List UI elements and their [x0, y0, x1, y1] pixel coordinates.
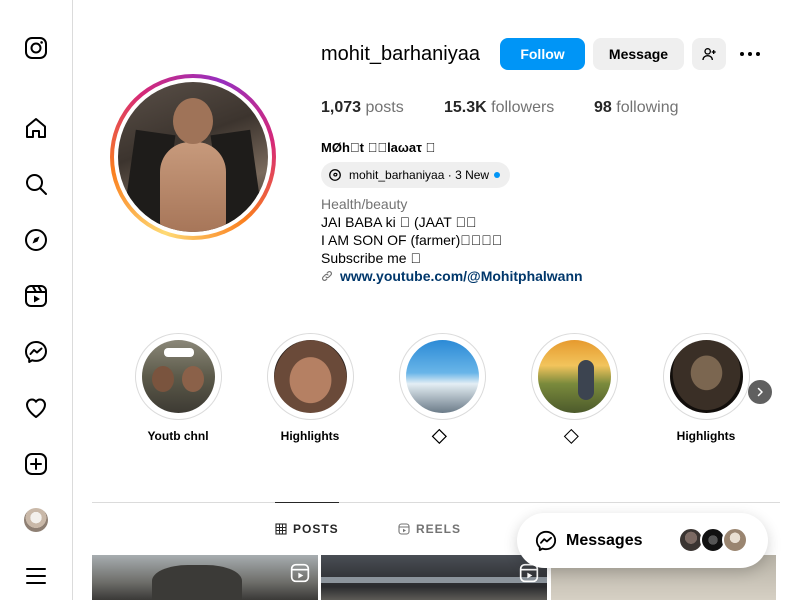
- messages-label: Messages: [566, 531, 643, 549]
- following-label: following: [616, 99, 679, 116]
- bio-line: Subscribe me ⃟: [321, 250, 421, 266]
- grid-icon: [275, 522, 287, 535]
- highlight-cover: [273, 340, 347, 413]
- posts-label: posts: [365, 99, 404, 116]
- chevron-right-icon: [757, 387, 763, 397]
- highlight-item[interactable]: ⃟⃟: [398, 333, 486, 443]
- left-sidebar: [0, 0, 73, 600]
- profile-picture-frame: [114, 78, 272, 236]
- tab-reels-label: REELS: [416, 522, 462, 536]
- message-avatars: [678, 527, 750, 553]
- instagram-logo-icon[interactable]: [24, 36, 48, 60]
- stat-posts: 1,073 posts: [321, 99, 404, 117]
- tab-posts-label: POSTS: [293, 521, 339, 536]
- profile-full-name: MØh⃟t ⃟⃟laωaτ ⃟: [321, 140, 436, 155]
- avatar: [722, 527, 748, 553]
- threads-new: · 3 New: [447, 168, 490, 182]
- follow-button[interactable]: Follow: [500, 38, 585, 70]
- tab-reels[interactable]: REELS: [398, 503, 461, 555]
- stat-following[interactable]: 98 following: [594, 99, 679, 117]
- messenger-icon[interactable]: [24, 340, 48, 364]
- messenger-icon: [535, 530, 557, 551]
- post-thumbnail[interactable]: [92, 555, 318, 600]
- link-icon: [322, 271, 332, 281]
- highlights-next-button[interactable]: [748, 380, 772, 404]
- search-icon[interactable]: [24, 172, 48, 196]
- highlight-label: Highlights: [280, 429, 340, 443]
- highlight-cover: [669, 340, 743, 413]
- highlight-item[interactable]: Highlights: [266, 333, 354, 443]
- following-count: 98: [594, 99, 612, 116]
- highlight-item[interactable]: Youtb chnl: [134, 333, 222, 443]
- threads-icon: [329, 169, 341, 181]
- bio-link[interactable]: www.youtube.com/@Mohitphalwann: [321, 268, 583, 284]
- more-menu-icon[interactable]: [24, 564, 48, 588]
- home-icon[interactable]: [24, 116, 48, 140]
- highlight-item[interactable]: ⃟: [530, 333, 618, 443]
- followers-count: 15.3K: [444, 99, 487, 116]
- highlight-cover: [405, 340, 479, 413]
- highlight-item[interactable]: Highlights: [662, 333, 750, 443]
- profile-avatar[interactable]: [24, 508, 48, 532]
- notifications-heart-icon[interactable]: [24, 396, 48, 420]
- threads-new-dot: [494, 172, 501, 178]
- highlight-label: Youtb chnl: [147, 429, 209, 443]
- stat-followers[interactable]: 15.3K followers: [444, 99, 554, 117]
- reel-badge-icon: [290, 563, 310, 583]
- create-plus-icon[interactable]: [24, 452, 48, 476]
- reels-icon[interactable]: [24, 284, 48, 308]
- post-thumbnail[interactable]: [321, 555, 547, 600]
- profile-username: mohit_barhaniyaa: [321, 43, 480, 65]
- reels-icon: [398, 523, 410, 535]
- threads-badge[interactable]: mohit_barhaniyaa · 3 New: [321, 162, 511, 188]
- message-button[interactable]: Message: [593, 38, 684, 70]
- profile-picture: [118, 82, 268, 232]
- suggested-users-button[interactable]: [692, 38, 726, 70]
- options-more-icon[interactable]: [738, 42, 762, 66]
- add-person-icon: [702, 48, 716, 61]
- tab-posts[interactable]: POSTS: [275, 502, 339, 554]
- highlight-label: ⃟: [530, 429, 618, 443]
- bio-line: JAI BABA ki ⃟ (JAAT ⃟⃟: [321, 214, 477, 230]
- highlight-label: Highlights: [676, 429, 736, 443]
- highlight-cover: [141, 340, 215, 413]
- followers-label: followers: [491, 99, 555, 116]
- bio-link-text: www.youtube.com/@Mohitphalwann: [340, 268, 583, 284]
- highlight-cover: [537, 340, 611, 413]
- explore-icon[interactable]: [24, 228, 48, 252]
- bio-line: I AM SON OF (farmer)⃟⃟⃟⃟: [321, 232, 503, 248]
- profile-category: Health/beauty: [321, 196, 408, 212]
- story-ring[interactable]: [110, 74, 276, 240]
- messages-drawer[interactable]: Messages: [517, 513, 768, 568]
- posts-count: 1,073: [321, 99, 362, 116]
- highlight-label: ⃟⃟: [398, 429, 486, 443]
- threads-handle: mohit_barhaniyaa: [349, 168, 445, 182]
